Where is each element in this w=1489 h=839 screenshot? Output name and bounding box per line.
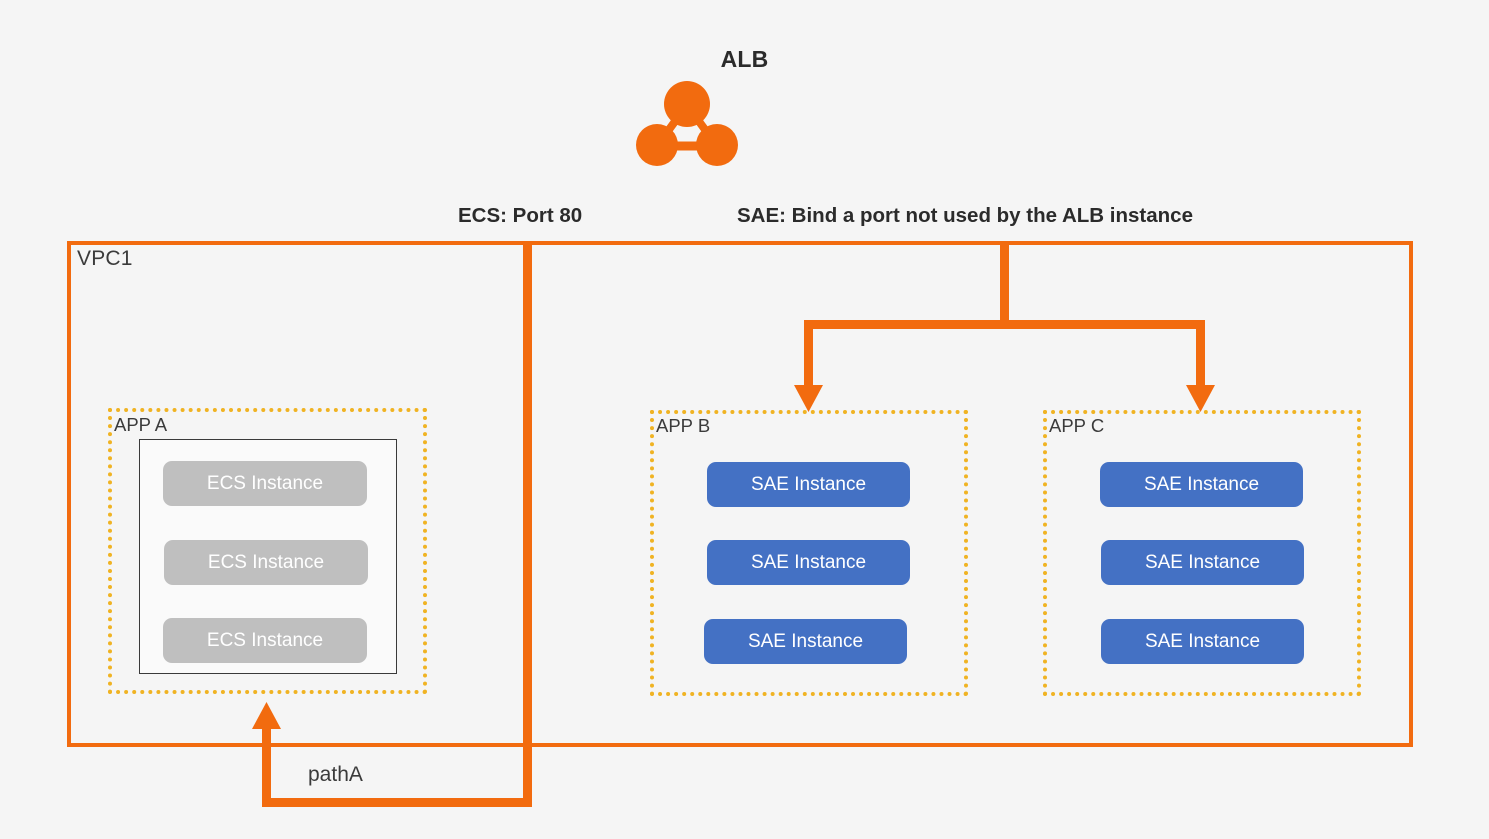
sae-instance-b-1[interactable]: SAE Instance — [707, 462, 910, 507]
connector-patha-riser — [262, 720, 271, 802]
app-group-a-label: APP A — [114, 414, 168, 435]
app-group-b-label: APP B — [656, 415, 711, 436]
app-group-c-label: APP C — [1049, 415, 1105, 436]
ecs-instance-2[interactable]: ECS Instance — [164, 540, 368, 585]
connector-patha-bottom — [262, 798, 528, 807]
connector-sae-bus — [804, 320, 1205, 329]
caption-ecs-port: ECS: Port 80 — [458, 204, 583, 227]
alb-network-icon — [636, 81, 738, 166]
sae-instance-c-1[interactable]: SAE Instance — [1100, 462, 1303, 507]
sae-instance-c-2[interactable]: SAE Instance — [1101, 540, 1304, 585]
ecs-instance-1[interactable]: ECS Instance — [163, 461, 367, 506]
patha-label: pathA — [308, 763, 363, 786]
connector-ecs-trunk — [523, 241, 532, 807]
alb-title: ALB — [720, 46, 769, 72]
diagram-canvas: ALB ECS: Port 80 SAE: Bind a port not us… — [0, 0, 1489, 839]
sae-instance-b-2[interactable]: SAE Instance — [707, 540, 910, 585]
vpc-label: VPC1 — [77, 247, 133, 270]
connector-sae-trunk — [1000, 241, 1009, 329]
sae-instance-b-3[interactable]: SAE Instance — [704, 619, 907, 664]
sae-instance-c-3[interactable]: SAE Instance — [1101, 619, 1304, 664]
caption-sae-port: SAE: Bind a port not used by the ALB ins… — [737, 204, 1193, 227]
ecs-instance-3[interactable]: ECS Instance — [163, 618, 367, 663]
